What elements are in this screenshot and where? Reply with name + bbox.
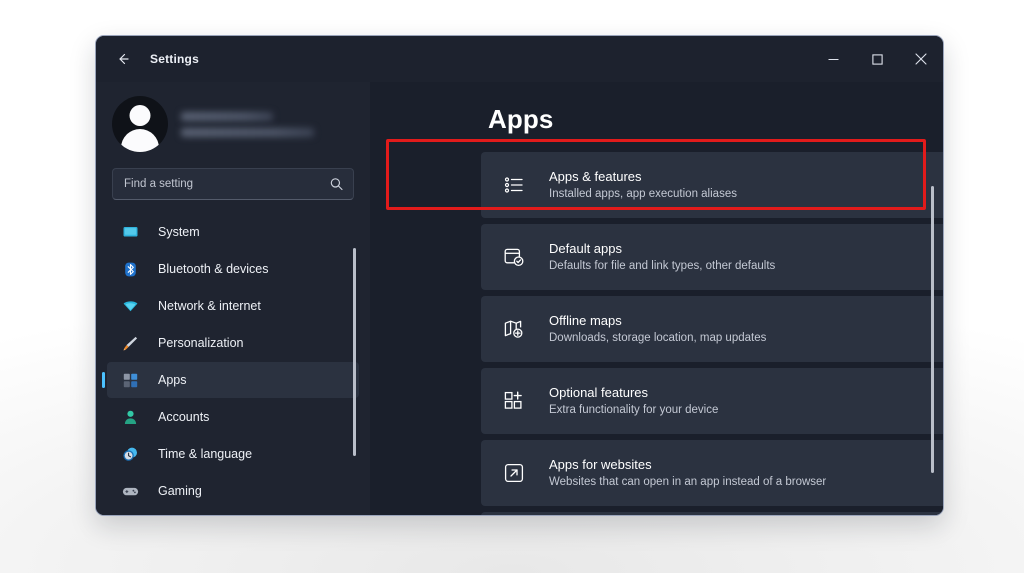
card-subtitle: Extra functionality for your device <box>549 404 719 416</box>
user-profile[interactable]: ███████ ███████████ <box>96 82 370 162</box>
sidebar-item-label: System <box>158 225 200 239</box>
profile-name: ███████ <box>181 111 273 121</box>
avatar-head <box>129 105 151 126</box>
minimize-icon <box>828 58 838 60</box>
sidebar-item-label: Personalization <box>158 336 244 350</box>
sidebar-item-label: Apps <box>158 373 187 387</box>
sidebar-item-label: Bluetooth & devices <box>158 262 269 276</box>
back-button[interactable] <box>108 45 138 73</box>
bluetooth-icon <box>121 260 139 278</box>
settings-card-offline-maps[interactable]: Offline maps Downloads, storage location… <box>481 296 943 362</box>
search-icon <box>329 177 344 192</box>
caption-button-group <box>811 36 943 82</box>
arrow-left-icon <box>119 53 129 65</box>
sidebar-item-label: Network & internet <box>158 299 261 313</box>
minimize-button[interactable] <box>811 36 855 82</box>
settings-card-apps-features[interactable]: Apps & features Installed apps, app exec… <box>481 152 943 218</box>
card-title: Default apps <box>549 241 622 256</box>
maximize-button[interactable] <box>855 36 899 82</box>
search-input[interactable] <box>113 169 353 199</box>
search-box[interactable] <box>112 168 354 200</box>
card-title: Offline maps <box>549 313 622 328</box>
close-button[interactable] <box>899 36 943 82</box>
sidebar-scrollbar-track[interactable] <box>353 228 363 515</box>
sidebar-item-bluetooth-devices[interactable]: Bluetooth & devices <box>107 251 359 287</box>
sidebar-item-network-internet[interactable]: Network & internet <box>107 288 359 324</box>
apps-grid-icon <box>121 371 139 389</box>
sidebar-item-label: Gaming <box>158 484 202 498</box>
sidebar-scrollbar-thumb[interactable] <box>353 248 356 456</box>
avatar <box>112 96 168 152</box>
card-subtitle: Installed apps, app execution aliases <box>549 188 737 200</box>
gamepad-icon <box>121 482 139 500</box>
monitor-icon <box>121 223 139 241</box>
settings-card-optional-features[interactable]: Optional features Extra functionality fo… <box>481 368 943 434</box>
settings-card-video-playback[interactable]: Video playback Video adjustments, HDR st… <box>481 512 943 515</box>
bulleted-list-icon <box>502 173 526 197</box>
default-apps-icon <box>502 245 526 269</box>
content-pane: Apps Apps & features Installed apps, app… <box>370 82 943 515</box>
card-text: Apps & features Installed apps, app exec… <box>549 168 737 202</box>
card-title: Optional features <box>549 385 649 400</box>
sidebar-item-personalization[interactable]: Personalization <box>107 325 359 361</box>
sidebar: ███████ ███████████ <box>96 82 370 515</box>
card-text: Default apps Defaults for file and link … <box>549 240 775 274</box>
profile-text: ███████ ███████████ <box>181 111 314 137</box>
sidebar-item-accounts[interactable]: Accounts <box>107 399 359 435</box>
maximize-icon <box>871 53 883 65</box>
card-subtitle: Downloads, storage location, map updates <box>549 332 767 344</box>
card-text: Apps for websites Websites that can open… <box>549 456 826 490</box>
sidebar-item-system[interactable]: System <box>107 214 359 250</box>
map-icon <box>502 317 526 341</box>
card-text: Optional features Extra functionality fo… <box>549 384 718 418</box>
profile-email: ███████████ <box>181 127 314 137</box>
card-title: Apps for websites <box>549 457 652 472</box>
card-title: Apps & features <box>549 169 642 184</box>
wifi-icon <box>121 297 139 315</box>
sidebar-item-label: Accounts <box>158 410 210 424</box>
external-link-icon <box>502 461 526 485</box>
close-icon <box>915 53 927 65</box>
card-subtitle: Defaults for file and link types, other … <box>549 260 776 272</box>
sidebar-item-time-language[interactable]: Time & language <box>107 436 359 472</box>
window-title: Settings <box>150 52 199 66</box>
avatar-body <box>121 129 159 152</box>
card-text: Offline maps Downloads, storage location… <box>549 312 766 346</box>
paintbrush-icon <box>121 334 139 352</box>
card-subtitle: Websites that can open in an app instead… <box>549 476 827 488</box>
settings-window: Settings Find a setting System Bluetooth… <box>95 35 944 516</box>
optional-features-icon <box>502 389 526 413</box>
settings-card-list: Apps & features Installed apps, app exec… <box>481 152 943 515</box>
sidebar-item-label: Time & language <box>158 447 253 461</box>
clock-icon <box>121 445 139 463</box>
sidebar-item-apps[interactable]: Apps <box>107 362 359 398</box>
account-icon <box>121 408 139 426</box>
page-title: Apps <box>488 104 554 134</box>
sidebar-item-gaming[interactable]: Gaming <box>107 473 359 509</box>
window-title-bar: Settings <box>96 36 943 82</box>
settings-card-default-apps[interactable]: Default apps Defaults for file and link … <box>481 224 943 290</box>
sidebar-nav-list: System Bluetooth & devices Network & int… <box>96 214 370 515</box>
content-scrollbar-thumb[interactable] <box>931 186 934 473</box>
settings-card-apps-for-websites[interactable]: Apps for websites Websites that can open… <box>481 440 943 506</box>
